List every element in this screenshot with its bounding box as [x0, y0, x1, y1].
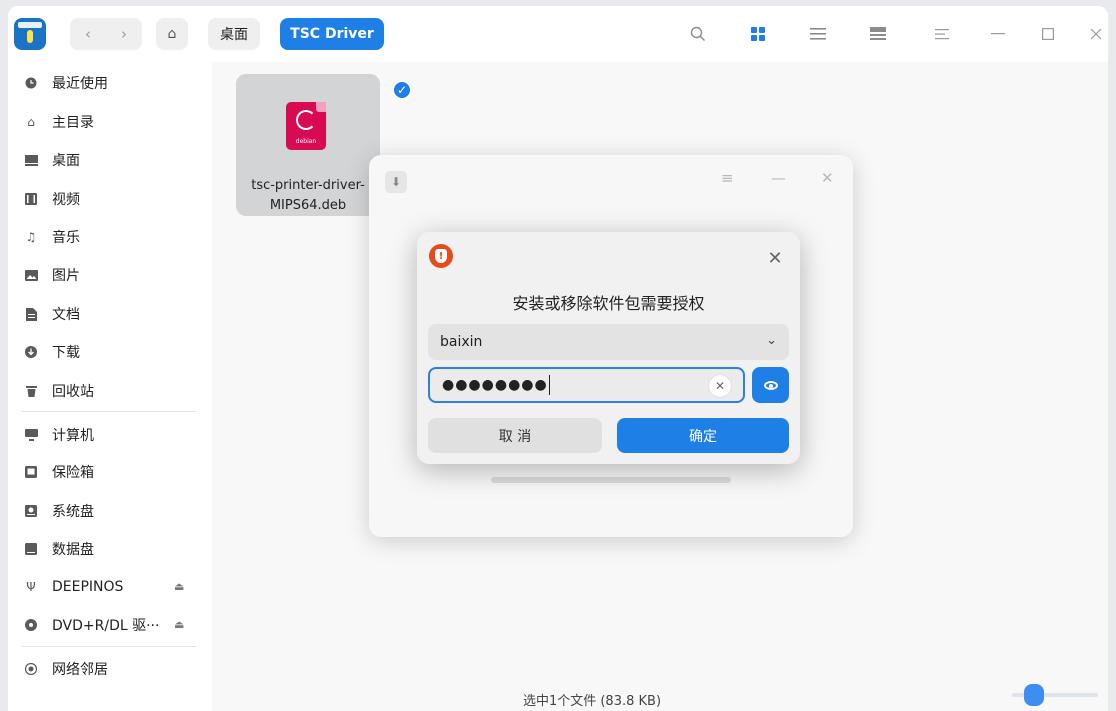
trash-icon [24, 384, 38, 398]
sidebar-item-label: 保险箱 [52, 465, 94, 481]
show-password-button[interactable] [752, 367, 789, 403]
eject-icon[interactable]: ⏏ [174, 580, 184, 593]
sidebar-item-label: DVD+R/DL 驱··· [52, 618, 160, 634]
installer-progress-bar [491, 477, 731, 483]
sidebar-item-label: 网络邻居 [52, 662, 108, 678]
sidebar-item-dvd[interactable]: DVD+R/DL 驱··· [24, 612, 159, 638]
forward-button[interactable]: › [106, 25, 142, 43]
sidebar-item-data-disk[interactable]: 数据盘 [24, 536, 94, 562]
menu-icon[interactable]: ≡ [721, 169, 734, 187]
data-disk-icon [24, 542, 38, 556]
user-select-value: baixin [440, 334, 483, 350]
download-icon [24, 345, 38, 359]
password-input[interactable]: ●●●●●●●● ✕ [428, 367, 745, 403]
sidebar-item-home[interactable]: ⌂ 主目录 [24, 109, 94, 135]
image-icon [24, 268, 38, 282]
search-icon[interactable] [684, 20, 712, 48]
music-icon: ♫ [25, 230, 37, 244]
sidebar-item-pictures[interactable]: 图片 [24, 262, 80, 288]
sidebar-item-documents[interactable]: 文档 [24, 301, 80, 327]
clear-input-icon[interactable]: ✕ [709, 375, 731, 397]
sidebar-item-label: DEEPINOS [52, 579, 124, 595]
vault-icon [24, 465, 38, 479]
sidebar-item-vault[interactable]: 保险箱 [24, 459, 94, 485]
sidebar-item-label: 最近使用 [52, 76, 108, 92]
close-icon[interactable]: ✕ [763, 246, 787, 270]
sidebar-item-system-disk[interactable]: 系统盘 [24, 498, 94, 524]
sidebar-item-downloads[interactable]: 下载 [24, 339, 80, 365]
nav-buttons: ‹ › [70, 18, 142, 50]
minimize-icon[interactable] [984, 20, 1012, 48]
chevron-down-icon: ⌄ [766, 333, 777, 348]
app-logo-icon [14, 18, 46, 50]
sidebar-item-videos[interactable]: 视频 [24, 186, 80, 212]
document-icon [24, 307, 38, 321]
sidebar-item-network[interactable]: 网络邻居 [24, 656, 108, 682]
sidebar-item-label: 文档 [52, 307, 80, 323]
sidebar-item-trash[interactable]: 回收站 [24, 378, 94, 404]
sidebar-item-label: 桌面 [52, 153, 80, 169]
menu-icon[interactable] [928, 20, 956, 48]
close-icon[interactable] [1082, 20, 1108, 48]
network-icon [24, 662, 38, 676]
user-select[interactable]: baixin ⌄ [428, 324, 789, 360]
installer-app-icon: ⬇ [385, 171, 407, 193]
sidebar-item-label: 回收站 [52, 384, 94, 400]
home-icon: ⌂ [167, 26, 177, 42]
sidebar-item-computer[interactable]: 计算机 [24, 422, 94, 448]
sidebar-item-label: 主目录 [52, 115, 94, 131]
icon-view-icon[interactable] [744, 20, 772, 48]
sidebar-item-label: 图片 [52, 268, 80, 284]
back-button[interactable]: ‹ [70, 25, 106, 43]
file-name: tsc-printer-driver- MIPS64.deb [251, 178, 365, 213]
eject-icon[interactable]: ⏏ [174, 618, 184, 631]
home-icon: ⌂ [27, 115, 35, 129]
selected-check-icon: ✓ [392, 80, 412, 100]
maximize-icon[interactable] [1034, 20, 1062, 48]
close-icon[interactable]: ✕ [821, 169, 834, 187]
status-bar-text: 选中1个文件 (83.8 KB) [522, 694, 662, 709]
breadcrumb-tsc-driver[interactable]: TSC Driver [280, 18, 384, 50]
sidebar-item-label: 计算机 [52, 428, 94, 444]
cancel-button[interactable]: 取 消 [428, 418, 602, 453]
home-button[interactable]: ⌂ [156, 18, 188, 50]
sidebar: 最近使用 ⌂ 主目录 桌面 视频 ♫ 音乐 图片 文档 下载 回收站 计算机 保… [8, 62, 212, 711]
minimize-icon[interactable]: — [771, 169, 786, 187]
confirm-button[interactable]: 确定 [617, 418, 789, 453]
list-view-icon[interactable] [804, 20, 832, 48]
sidebar-item-music[interactable]: ♫ 音乐 [24, 224, 80, 250]
tree-view-icon[interactable] [864, 20, 892, 48]
desktop-icon [24, 153, 38, 167]
clock-icon [24, 76, 38, 90]
eye-icon [763, 380, 778, 390]
system-disk-icon [24, 504, 38, 518]
file-item[interactable]: debian tsc-printer-driver- MIPS64.deb ✓ [236, 74, 412, 216]
debian-package-icon: debian [286, 102, 326, 150]
disc-icon [24, 618, 38, 632]
dialog-title: 安装或移除软件包需要授权 [512, 294, 705, 313]
sidebar-item-label: 数据盘 [52, 542, 94, 558]
shield-warning-icon: ! [429, 244, 453, 268]
password-mask: ●●●●●●●● [442, 377, 548, 393]
title-bar: ‹ › ⌂ 桌面 TSC Driver [8, 6, 1108, 62]
sidebar-item-desktop[interactable]: 桌面 [24, 147, 80, 173]
sidebar-item-label: 下载 [52, 345, 80, 361]
sidebar-item-label: 视频 [52, 192, 80, 208]
zoom-slider-handle[interactable] [1024, 684, 1044, 706]
text-caret [548, 375, 550, 395]
sidebar-divider [22, 411, 196, 412]
auth-dialog: ! ✕ 安装或移除软件包需要授权 baixin ⌄ ●●●●●●●● ✕ 取 消… [417, 232, 800, 464]
sidebar-item-recent[interactable]: 最近使用 [24, 70, 108, 96]
sidebar-divider [22, 646, 196, 647]
sidebar-item-deepinos[interactable]: Ψ DEEPINOS [24, 574, 123, 600]
breadcrumb-desktop[interactable]: 桌面 [208, 18, 260, 50]
sidebar-item-label: 音乐 [52, 230, 80, 246]
video-icon [24, 192, 38, 206]
usb-icon: Ψ [26, 580, 36, 594]
computer-icon [24, 428, 38, 442]
sidebar-item-label: 系统盘 [52, 504, 94, 520]
